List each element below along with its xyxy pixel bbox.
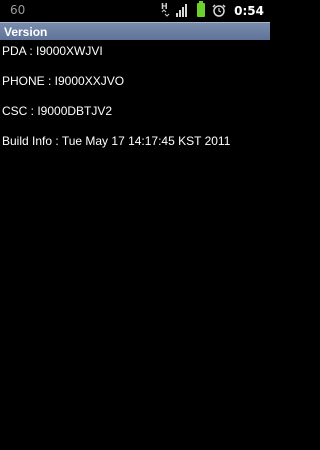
csc-version: CSC : I9000DBTJV2 <box>2 104 113 118</box>
battery-icon <box>196 1 206 21</box>
status-icons: H 0:54 <box>160 0 264 22</box>
phone-version: PHONE : I9000XXJVO <box>2 74 125 88</box>
data-hsdpa-icon: H <box>160 1 170 21</box>
build-info: Build Info : Tue May 17 14:17:45 KST 201… <box>2 134 231 148</box>
clock: 0:54 <box>234 4 264 18</box>
status-bar: 60 H 0:54 <box>0 0 270 22</box>
alarm-icon <box>212 2 226 21</box>
title-bar: Version <box>0 22 270 40</box>
status-left-text: 60 <box>10 3 26 17</box>
signal-icon <box>176 2 190 21</box>
page-title: Version <box>4 25 48 39</box>
pda-version: PDA : I9000XWJVI <box>2 44 103 58</box>
